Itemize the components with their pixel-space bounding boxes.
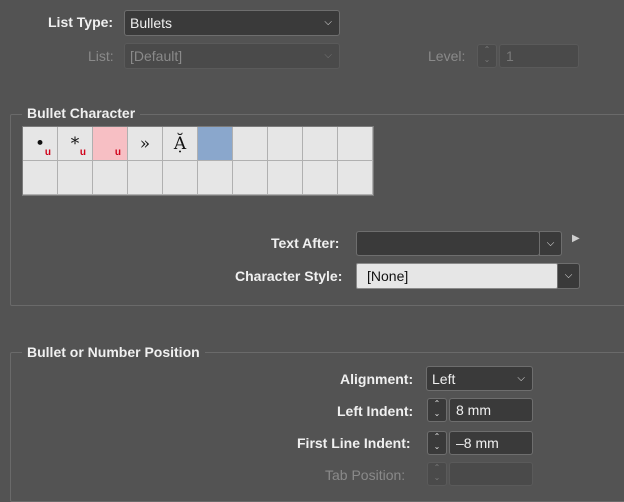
character-style-value: [None] <box>367 268 409 284</box>
bullet-cell[interactable]: Ặ <box>163 127 198 161</box>
position-title: Bullet or Number Position <box>22 344 205 360</box>
chevron-down-icon: ⌵ <box>546 238 555 249</box>
stepper-up-icon: ⌃ <box>433 463 441 472</box>
bullet-cell[interactable] <box>23 161 58 195</box>
bullet-cell[interactable] <box>233 127 268 161</box>
bullet-glyph: • <box>34 133 46 154</box>
list-type-select[interactable]: Bullets ⌵ <box>124 10 340 36</box>
character-style-select[interactable]: [None] <box>356 263 558 289</box>
bullet-cell[interactable] <box>303 127 338 161</box>
bullet-cell[interactable]: u <box>93 127 128 161</box>
alignment-label: Alignment: <box>340 371 414 387</box>
list-type-value: Bullets <box>130 15 173 31</box>
first-line-indent-field[interactable]: –8 mm <box>449 431 533 455</box>
unicode-marker: u <box>79 147 86 158</box>
bullet-cell[interactable] <box>198 161 233 195</box>
bullet-cell[interactable] <box>303 161 338 195</box>
bullet-cell[interactable] <box>128 161 163 195</box>
list-label: List: <box>88 48 114 64</box>
chevron-down-icon: ⌵ <box>564 270 573 281</box>
bullet-cell[interactable] <box>93 161 128 195</box>
bullet-cell[interactable] <box>268 161 303 195</box>
list-select[interactable]: [Default] ⌵ <box>124 43 340 69</box>
level-stepper[interactable]: ⌃ ⌄ <box>477 44 497 68</box>
list-value: [Default] <box>130 48 183 64</box>
level-field[interactable]: 1 <box>499 44 579 68</box>
stepper-up-icon: ⌃ <box>483 45 491 54</box>
alignment-value: Left <box>432 371 456 387</box>
level-label: Level: <box>428 48 466 64</box>
text-after-label: Text After: <box>271 235 340 251</box>
left-indent-stepper[interactable]: ⌃ ⌄ <box>427 398 447 422</box>
chevron-down-icon: ⌵ <box>324 50 332 61</box>
triangle-right-icon[interactable]: ▶ <box>572 233 580 244</box>
alignment-select[interactable]: Left ⌵ <box>426 366 533 391</box>
tab-position-field[interactable] <box>449 462 533 486</box>
list-type-label: List Type: <box>48 14 114 30</box>
first-line-indent-stepper[interactable]: ⌃ ⌄ <box>427 431 447 455</box>
left-indent-field[interactable]: 8 mm <box>449 398 533 422</box>
chevron-down-icon: ⌵ <box>517 373 525 384</box>
bullet-glyph: * <box>70 133 80 154</box>
bullet-cell[interactable] <box>198 127 233 161</box>
unicode-marker: u <box>114 147 121 158</box>
unicode-marker: u <box>44 147 51 158</box>
text-after-menu-button[interactable]: ⌵ <box>539 231 562 256</box>
bullet-cell[interactable] <box>58 161 93 195</box>
stepper-down-icon: ⌄ <box>433 442 441 451</box>
character-style-menu-button[interactable]: ⌵ <box>557 263 580 289</box>
bullet-cell[interactable]: * u <box>58 127 93 161</box>
bullet-cell[interactable] <box>338 127 373 161</box>
bullet-character-title: Bullet Character <box>22 105 141 121</box>
tab-position-stepper[interactable]: ⌃ ⌄ <box>427 462 447 486</box>
chevron-down-icon: ⌵ <box>324 17 332 28</box>
bullet-glyph: » <box>139 133 151 154</box>
stepper-down-icon: ⌄ <box>433 473 441 482</box>
bullet-cell[interactable] <box>268 127 303 161</box>
stepper-up-icon: ⌃ <box>433 399 441 408</box>
bullet-character-grid: • u * u u» Ặ <box>22 126 374 196</box>
bullet-cell[interactable] <box>338 161 373 195</box>
first-line-indent-label: First Line Indent: <box>297 435 411 451</box>
character-style-label: Character Style: <box>235 268 343 284</box>
bullet-cell[interactable] <box>233 161 268 195</box>
stepper-down-icon: ⌄ <box>433 409 441 418</box>
left-indent-label: Left Indent: <box>337 403 414 419</box>
bullet-cell[interactable]: » <box>128 127 163 161</box>
bullet-glyph: Ặ <box>173 133 187 154</box>
text-after-field[interactable] <box>356 231 540 256</box>
bullet-cell[interactable]: • u <box>23 127 58 161</box>
bullet-cell[interactable] <box>163 161 198 195</box>
stepper-down-icon: ⌄ <box>483 55 491 64</box>
stepper-up-icon: ⌃ <box>433 432 441 441</box>
